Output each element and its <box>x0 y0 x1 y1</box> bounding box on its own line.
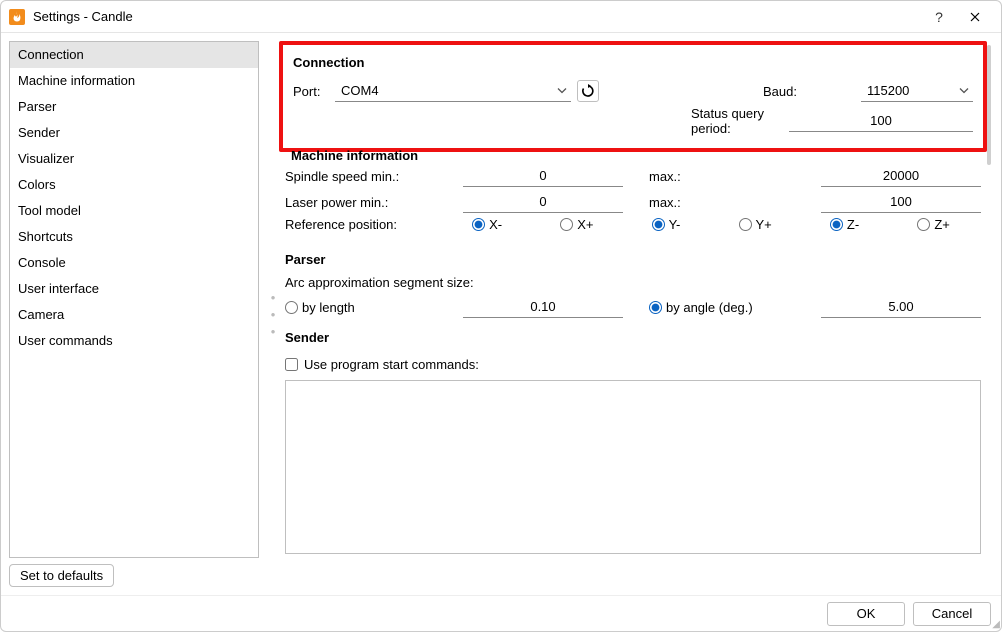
laser-max-input[interactable] <box>821 191 981 213</box>
arc-approx-label: Arc approximation segment size: <box>279 275 987 294</box>
resize-grip-icon[interactable]: ◢ <box>992 619 1000 630</box>
titlebar: Settings - Candle ? <box>1 1 1001 33</box>
help-button[interactable]: ? <box>921 3 957 31</box>
laser-max-label: max.: <box>631 195 813 210</box>
arc-by-length-input[interactable] <box>463 296 623 318</box>
sidebar-item-visualizer[interactable]: Visualizer <box>10 146 258 172</box>
refpos-radio-z-minus[interactable]: Z- <box>830 217 859 232</box>
port-refresh-button[interactable] <box>577 80 599 102</box>
settings-panel: Connection Port: <box>279 41 987 587</box>
arc-by-length-radio[interactable]: by length <box>285 300 441 315</box>
ok-button[interactable]: OK <box>827 602 905 626</box>
port-combo[interactable] <box>335 80 571 102</box>
refpos-radio-y-plus[interactable]: Y+ <box>739 217 772 232</box>
program-start-commands-textarea[interactable] <box>285 380 981 554</box>
main-wrap: ••• Connection Port: <box>267 41 993 587</box>
settings-window: Settings - Candle ? Connection Machine i… <box>0 0 1002 632</box>
scrollbar-thumb[interactable] <box>987 45 991 165</box>
refpos-radio-y-minus[interactable]: Y- <box>652 217 681 232</box>
laser-min-input[interactable] <box>463 191 623 213</box>
sidebar-item-colors[interactable]: Colors <box>10 172 258 198</box>
sidebar-item-user-interface[interactable]: User interface <box>10 276 258 302</box>
sidebar-item-machine-information[interactable]: Machine information <box>10 68 258 94</box>
refpos-radio-z-plus[interactable]: Z+ <box>917 217 950 232</box>
sidebar-item-sender[interactable]: Sender <box>10 120 258 146</box>
sidebar-item-console[interactable]: Console <box>10 250 258 276</box>
reference-position-label: Reference position: <box>285 217 455 232</box>
splitter-handle[interactable]: ••• <box>267 41 279 587</box>
category-list[interactable]: Connection Machine information Parser Se… <box>9 41 259 558</box>
dialog-body: Connection Machine information Parser Se… <box>1 33 1001 595</box>
status-query-period-label: Status query period: <box>691 106 783 136</box>
sidebar-item-user-commands[interactable]: User commands <box>10 328 258 354</box>
cancel-button[interactable]: Cancel <box>913 602 991 626</box>
port-label: Port: <box>293 84 329 99</box>
sidebar-item-camera[interactable]: Camera <box>10 302 258 328</box>
baud-label: Baud: <box>763 84 855 99</box>
baud-value[interactable] <box>861 80 973 102</box>
set-to-defaults-button[interactable]: Set to defaults <box>9 564 114 587</box>
connection-highlight-box: Connection Port: <box>279 41 987 152</box>
baud-combo[interactable] <box>861 80 973 102</box>
laser-min-label: Laser power min.: <box>285 195 455 210</box>
close-button[interactable] <box>957 3 993 31</box>
use-program-start-commands-label: Use program start commands: <box>304 357 479 372</box>
machine-info-section-title: Machine information <box>279 148 987 163</box>
spindle-min-label: Spindle speed min.: <box>285 169 455 184</box>
left-column: Connection Machine information Parser Se… <box>9 41 259 587</box>
arc-by-angle-radio[interactable]: by angle (deg.) <box>631 300 799 315</box>
refpos-radio-x-minus[interactable]: X- <box>472 217 502 232</box>
sidebar-item-connection[interactable]: Connection <box>10 42 258 68</box>
spindle-min-input[interactable] <box>463 165 623 187</box>
spindle-max-input[interactable] <box>821 165 981 187</box>
reference-position-group: X- X+ Y- Y+ Z- Z+ <box>455 217 981 232</box>
use-program-start-commands-checkbox[interactable] <box>285 358 298 371</box>
status-query-period-input[interactable] <box>789 110 973 132</box>
app-icon <box>9 9 25 25</box>
spindle-max-label: max.: <box>631 169 813 184</box>
port-value[interactable] <box>335 80 571 102</box>
sidebar-item-shortcuts[interactable]: Shortcuts <box>10 224 258 250</box>
refpos-radio-x-plus[interactable]: X+ <box>560 217 593 232</box>
connection-section-title: Connection <box>293 55 979 70</box>
dialog-footer: OK Cancel <box>1 595 1001 631</box>
parser-section-title: Parser <box>285 252 987 267</box>
sidebar-item-parser[interactable]: Parser <box>10 94 258 120</box>
sidebar-item-tool-model[interactable]: Tool model <box>10 198 258 224</box>
arc-by-angle-input[interactable] <box>821 296 981 318</box>
window-title: Settings - Candle <box>33 9 921 24</box>
vertical-scrollbar[interactable] <box>987 41 993 587</box>
sender-section-title: Sender <box>285 330 987 345</box>
